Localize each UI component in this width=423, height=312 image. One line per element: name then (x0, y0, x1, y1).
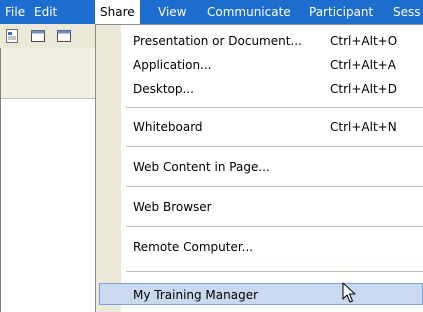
menu-share[interactable]: Share (95, 0, 140, 24)
menu-participant[interactable]: Participant (309, 5, 373, 19)
menu-separator (126, 226, 423, 227)
content-area (0, 99, 95, 312)
menu-item-label: Application... (133, 58, 212, 72)
menu-item-presentation[interactable]: Presentation or Document... Ctrl+Alt+O (96, 29, 423, 53)
arrow-cursor-icon (342, 282, 356, 307)
menu-item-label: Desktop... (133, 82, 194, 96)
menu-item-label: Remote Computer... (133, 240, 254, 254)
menu-item-label: Web Content in Page... (133, 160, 270, 174)
menu-item-shortcut: Ctrl+Alt+D (330, 82, 397, 96)
document-icon[interactable] (4, 28, 20, 47)
menu-view[interactable]: View (158, 5, 186, 19)
menu-separator (126, 146, 423, 147)
menu-item-label: Presentation or Document... (133, 34, 302, 48)
menu-item-remote-computer[interactable]: Remote Computer... (96, 235, 423, 259)
window-icon[interactable] (56, 28, 72, 47)
menu-item-web-content[interactable]: Web Content in Page... (96, 155, 423, 179)
menu-bar: File Edit Share View Communicate Partici… (0, 0, 423, 24)
menu-session[interactable]: Sess (393, 5, 421, 19)
menu-item-desktop[interactable]: Desktop... Ctrl+Alt+D (96, 77, 423, 101)
menu-item-shortcut: Ctrl+Alt+A (330, 58, 396, 72)
menu-communicate[interactable]: Communicate (207, 5, 291, 19)
menu-item-label: My Training Manager (133, 288, 259, 302)
menu-item-shortcut: Ctrl+Alt+O (330, 34, 398, 48)
panel-header (0, 48, 95, 99)
panel-border (0, 48, 1, 312)
menu-item-web-browser[interactable]: Web Browser (96, 195, 423, 219)
menu-item-shortcut: Ctrl+Alt+N (330, 120, 397, 134)
menu-item-application[interactable]: Application... Ctrl+Alt+A (96, 53, 423, 77)
menu-separator (126, 107, 423, 108)
menu-item-label: Whiteboard (133, 120, 203, 134)
menu-item-label: Web Browser (133, 200, 212, 214)
menu-file[interactable]: File (5, 5, 25, 19)
menu-separator (126, 271, 423, 272)
window-icon[interactable] (30, 28, 46, 47)
toolbar (0, 24, 95, 48)
menu-item-my-training-manager[interactable]: My Training Manager (99, 283, 423, 305)
share-menu: Presentation or Document... Ctrl+Alt+O A… (95, 24, 423, 312)
menu-separator (126, 186, 423, 187)
menu-item-whiteboard[interactable]: Whiteboard Ctrl+Alt+N (96, 115, 423, 139)
menu-edit[interactable]: Edit (34, 5, 57, 19)
